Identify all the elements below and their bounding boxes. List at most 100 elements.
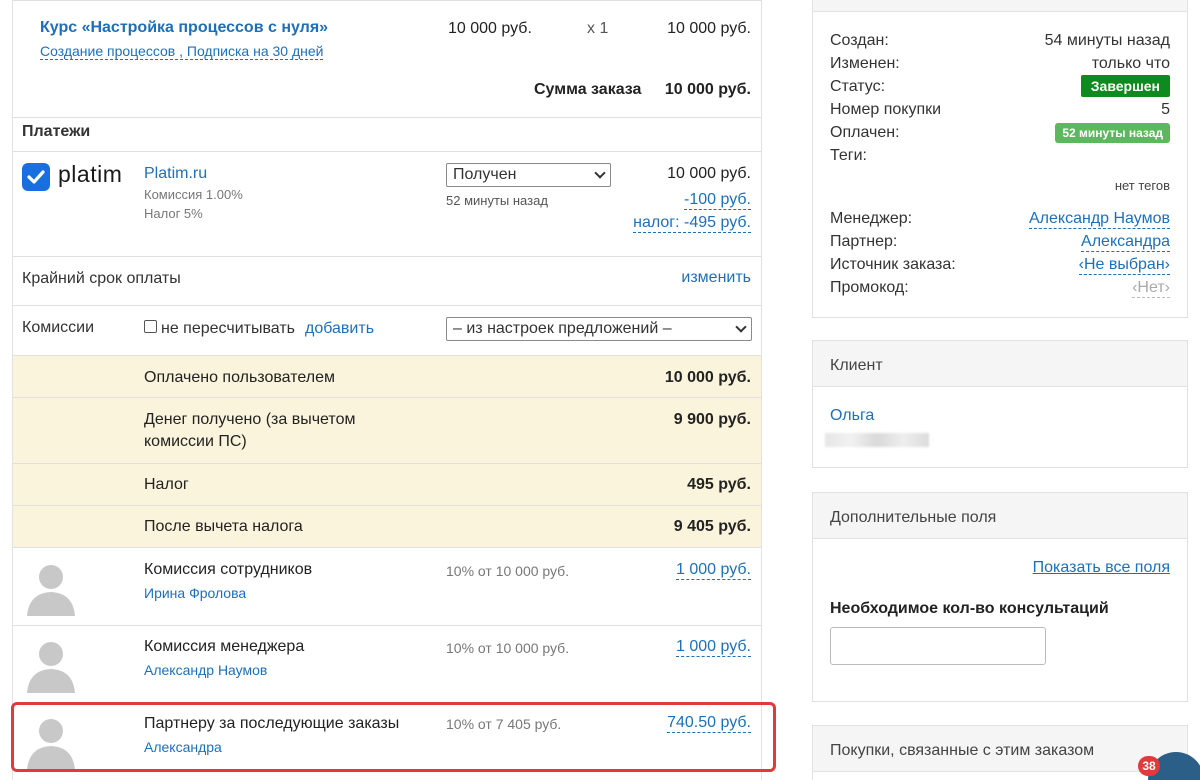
payment-tax-link[interactable]: налог: -495 руб. [633, 214, 751, 233]
source-label: Источник заказа: [830, 256, 956, 273]
partner-link[interactable]: Александра [1081, 233, 1170, 252]
payment-fee-link[interactable]: -100 руб. [684, 191, 751, 210]
client-panel-heading: Клиент [813, 341, 1187, 387]
add-commission-link[interactable]: добавить [305, 320, 374, 338]
order-details-column: Курс «Настройка процессов с нуля» Создан… [12, 0, 762, 780]
manager-row: Менеджер: Александр Наумов [830, 210, 1170, 229]
paid-label: Оплачен: [830, 124, 900, 141]
order-item-row: Курс «Настройка процессов с нуля» Создан… [13, 0, 761, 118]
partner-label: Партнер: [830, 233, 898, 250]
course-offer-link[interactable]: Создание процессов , Подписка на 30 дней [40, 43, 324, 60]
summary-row: Денег получено (за вычетом комиссии ПС) … [13, 398, 761, 464]
blurred-contact [825, 433, 929, 447]
course-title-link[interactable]: Курс «Настройка процессов с нуля» [40, 19, 328, 37]
partner-row: Партнер: Александра [830, 233, 1170, 252]
promo-value[interactable]: ‹Нет› [1132, 279, 1170, 298]
summary-value: 495 руб. [687, 476, 751, 493]
payment-row: platim Platim.ru Комиссия 1.00% Налог 5%… [13, 152, 761, 257]
no-recalc-label: не пересчитывать [161, 320, 295, 337]
changed-row: Изменен: только что [830, 55, 1170, 73]
chevron-down-icon [735, 321, 747, 333]
deadline-row: Крайний срок оплаты изменить [13, 257, 761, 306]
panel-head-strip [813, 0, 1187, 12]
tags-empty: нет тегов [1114, 178, 1170, 193]
commission-person-link[interactable]: Александр Наумов [144, 662, 267, 678]
commission-title: Комиссия сотрудников [144, 561, 313, 578]
payment-status-time: 52 минуты назад [446, 193, 548, 208]
status-badge: Завершен [1080, 75, 1170, 97]
related-purchases-panel: Покупки, связанные с этим заказом [812, 725, 1188, 780]
summary-label: После вычета налога [144, 518, 303, 535]
paid-row: Оплачен: 52 минуты назад [830, 123, 1170, 143]
commission-row: Комиссия менеджера Александр Наумов 10% … [13, 626, 761, 704]
purchase-number-label: Номер покупки [830, 101, 942, 118]
commissions-label: Комиссии [22, 319, 95, 336]
payments-heading-row: Платежи [13, 118, 761, 152]
purchase-number-value: 5 [1161, 101, 1170, 118]
order-sum-value: 10 000 руб. [664, 81, 751, 98]
purchase-number-row: Номер покупки 5 [830, 101, 1170, 119]
tags-row: Теги: [830, 147, 1170, 165]
commission-source-value: – из настроек предложений – [453, 320, 672, 337]
payment-status-value: Получен [453, 166, 517, 183]
commission-amount-link[interactable]: 1 000 руб. [676, 638, 751, 657]
manager-label: Менеджер: [830, 210, 913, 227]
payment-status-select[interactable]: Получен [446, 163, 611, 187]
order-info-panel: Создан: 54 минуты назад Изменен: только … [812, 0, 1188, 318]
highlight-box [11, 702, 776, 772]
created-label: Создан: [830, 32, 889, 49]
summary-row: Налог 495 руб. [13, 464, 761, 506]
consultations-field-label: Необходимое кол-во консультаций [830, 600, 1109, 617]
item-price: 10 000 руб. [448, 20, 532, 37]
commission-amount-link[interactable]: 1 000 руб. [676, 561, 751, 580]
related-purchases-heading: Покупки, связанные с этим заказом [813, 726, 1187, 772]
order-sum-label: Сумма заказа [534, 81, 642, 98]
summary-value: 9 405 руб. [673, 518, 751, 535]
client-panel: Клиент Ольга [812, 340, 1188, 468]
commission-source-select[interactable]: – из настроек предложений – [446, 317, 752, 341]
avatar [23, 560, 79, 616]
commission-title: Комиссия менеджера [144, 638, 305, 655]
show-all-fields-link[interactable]: Показать все поля [1033, 559, 1170, 577]
status-row: Статус: Завершен [830, 75, 1170, 97]
promo-row: Промокод: ‹Нет› [830, 279, 1170, 298]
item-total: 10 000 руб. [667, 20, 751, 37]
extra-fields-panel: Дополнительные поля Показать все поля Не… [812, 492, 1188, 702]
platim-logo-icon [22, 163, 50, 191]
avatar [23, 637, 79, 693]
deadline-change-link[interactable]: изменить [681, 269, 751, 287]
manager-link[interactable]: Александр Наумов [1029, 210, 1170, 229]
extra-fields-heading: Дополнительные поля [813, 493, 1187, 539]
item-quantity: x 1 [587, 20, 609, 37]
chevron-down-icon [594, 167, 606, 179]
consultations-input[interactable] [830, 627, 1046, 665]
platim-logo-text: platim [58, 161, 123, 187]
promo-label: Промокод: [830, 279, 909, 296]
commission-row: Комиссия сотрудников Ирина Фролова 10% о… [13, 548, 761, 626]
changed-label: Изменен: [830, 55, 900, 72]
commission-basis: 10% от 10 000 руб. [446, 640, 570, 656]
summary-value: 9 900 руб. [673, 411, 751, 428]
commissions-settings-row: Комиссии не пересчитывать добавить – из … [13, 306, 761, 356]
summary-label: Налог [144, 476, 189, 493]
payment-amount: 10 000 руб. [667, 165, 751, 182]
source-row: Источник заказа: ‹Не выбран› [830, 256, 1170, 275]
summary-row: Оплачено пользователем 10 000 руб. [13, 356, 761, 398]
summary-label: Денег получено (за вычетом комиссии ПС) [144, 411, 356, 450]
source-link[interactable]: ‹Не выбран› [1078, 256, 1170, 275]
client-name-link[interactable]: Ольга [830, 407, 874, 425]
commission-basis: 10% от 10 000 руб. [446, 563, 570, 579]
payments-heading: Платежи [22, 123, 91, 140]
summary-row: После вычета налога 9 405 руб. [13, 506, 761, 548]
paid-badge: 52 минуты назад [1055, 123, 1170, 143]
no-recalc-checkbox[interactable] [144, 320, 157, 333]
commission-person-link[interactable]: Ирина Фролова [144, 585, 246, 601]
created-value: 54 минуты назад [1044, 32, 1170, 49]
payment-tax-note: Налог 5% [144, 206, 203, 221]
changed-value: только что [1091, 55, 1170, 72]
payment-commission-note: Комиссия 1.00% [144, 187, 243, 202]
summary-label: Оплачено пользователем [144, 369, 335, 386]
payment-system-link[interactable]: Platim.ru [144, 165, 207, 183]
deadline-label: Крайний срок оплаты [22, 270, 181, 287]
chat-unread-badge: 38 [1138, 756, 1160, 776]
